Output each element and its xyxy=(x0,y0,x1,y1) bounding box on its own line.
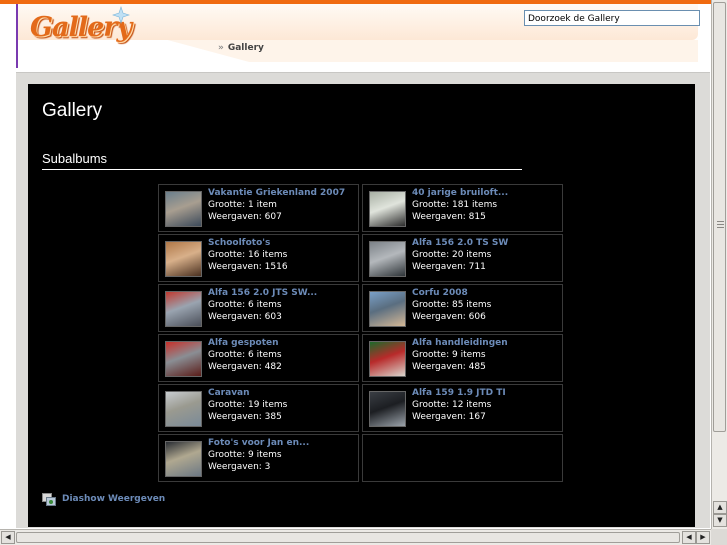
album-thumbnail[interactable] xyxy=(369,191,406,227)
album-thumbnail[interactable] xyxy=(165,441,202,477)
scrollbar-corner xyxy=(711,529,727,545)
album-title-link[interactable]: Alfa 156 2.0 TS SW xyxy=(412,238,508,248)
album-title-link[interactable]: 40 jarige bruiloft... xyxy=(412,188,508,198)
album-views: Weergaven: 606 xyxy=(412,312,486,322)
horizontal-scroll-thumb[interactable] xyxy=(16,532,680,543)
album-size: Grootte: 9 items xyxy=(208,450,282,460)
section-title: Subalbums xyxy=(42,151,108,166)
album-thumbnail[interactable] xyxy=(369,241,406,277)
album-title-link[interactable]: Alfa 156 2.0 JTS SW... xyxy=(208,288,317,298)
grip-line xyxy=(717,227,724,228)
album-views: Weergaven: 167 xyxy=(412,412,486,422)
section-divider xyxy=(42,169,522,170)
breadcrumb-separator: » xyxy=(218,43,224,53)
album-cell[interactable]: Alfa gespoten Grootte: 6 items Weergaven… xyxy=(158,334,359,382)
album-size: Grootte: 181 items xyxy=(412,200,498,210)
breadcrumb-item-gallery[interactable]: Gallery xyxy=(228,43,264,53)
arrow-right-icon[interactable]: ▶ xyxy=(696,531,710,544)
vertical-scroll-thumb[interactable] xyxy=(713,2,726,432)
arrow-left-icon[interactable]: ◀ xyxy=(1,531,15,544)
album-cell[interactable]: Caravan Grootte: 19 items Weergaven: 385 xyxy=(158,384,359,432)
breadcrumb: » Gallery xyxy=(218,43,264,53)
album-size: Grootte: 9 items xyxy=(412,350,486,360)
album-size: Grootte: 85 items xyxy=(412,300,492,310)
album-size: Grootte: 6 items xyxy=(208,300,282,310)
album-cell[interactable]: Foto's voor Jan en... Grootte: 9 items W… xyxy=(158,434,359,482)
slideshow-icon xyxy=(42,493,56,506)
header-subband xyxy=(18,40,698,62)
arrow-down-icon[interactable]: ▼ xyxy=(713,514,727,527)
album-title-link[interactable]: Alfa gespoten xyxy=(208,338,279,348)
search-input[interactable]: Doorzoek de Gallery xyxy=(524,10,700,26)
album-cell[interactable]: Alfa 156 2.0 TS SW Grootte: 20 items Wee… xyxy=(362,234,563,282)
album-views: Weergaven: 603 xyxy=(208,312,282,322)
album-cell[interactable]: 40 jarige bruiloft... Grootte: 181 items… xyxy=(362,184,563,232)
album-title-link[interactable]: Caravan xyxy=(208,388,250,398)
album-cell-empty xyxy=(362,434,563,482)
album-title-link[interactable]: Alfa handleidingen xyxy=(412,338,508,348)
album-cell[interactable]: Alfa 159 1.9 JTD TI Grootte: 12 items We… xyxy=(362,384,563,432)
vertical-scrollbar[interactable]: ▲ ▼ xyxy=(711,0,727,529)
album-size: Grootte: 20 items xyxy=(412,250,492,260)
album-views: Weergaven: 482 xyxy=(208,362,282,372)
album-views: Weergaven: 711 xyxy=(412,262,486,272)
arrow-left-icon[interactable]: ◀ xyxy=(682,531,696,544)
album-views: Weergaven: 815 xyxy=(412,212,486,222)
album-views: Weergaven: 385 xyxy=(208,412,282,422)
grip-line xyxy=(717,224,724,225)
album-thumbnail[interactable] xyxy=(165,241,202,277)
page-header: Gallery Doorzoek de Gallery » Gallery xyxy=(18,4,712,68)
album-size: Grootte: 6 items xyxy=(208,350,282,360)
album-views: Weergaven: 607 xyxy=(208,212,282,222)
grip-line xyxy=(717,221,724,222)
album-grid: Vakantie Griekenland 2007 Grootte: 1 ite… xyxy=(158,184,566,484)
album-size: Grootte: 12 items xyxy=(412,400,492,410)
album-title-link[interactable]: Vakantie Griekenland 2007 xyxy=(208,188,345,198)
arrow-up-icon[interactable]: ▲ xyxy=(713,501,727,514)
album-thumbnail[interactable] xyxy=(369,341,406,377)
album-size: Grootte: 1 item xyxy=(208,200,277,210)
album-views: Weergaven: 485 xyxy=(412,362,486,372)
slideshow-label[interactable]: Diashow Weergeven xyxy=(62,494,165,504)
album-title-link[interactable]: Corfu 2008 xyxy=(412,288,468,298)
album-views: Weergaven: 1516 xyxy=(208,262,288,272)
album-size: Grootte: 16 items xyxy=(208,250,288,260)
album-cell[interactable]: Alfa handleidingen Grootte: 9 items Weer… xyxy=(362,334,563,382)
album-thumbnail[interactable] xyxy=(165,391,202,427)
album-title-link[interactable]: Foto's voor Jan en... xyxy=(208,438,309,448)
logo-sparkle-icon xyxy=(112,6,130,24)
album-title-link[interactable]: Schoolfoto's xyxy=(208,238,270,248)
page-title: Gallery xyxy=(42,100,103,121)
horizontal-scrollbar[interactable]: ◀ ◀ ▶ xyxy=(0,529,711,545)
album-cell[interactable]: Vakantie Griekenland 2007 Grootte: 1 ite… xyxy=(158,184,359,232)
album-thumbnail[interactable] xyxy=(165,191,202,227)
album-title-link[interactable]: Alfa 159 1.9 JTD TI xyxy=(412,388,506,398)
album-views: Weergaven: 3 xyxy=(208,462,271,472)
album-cell[interactable]: Corfu 2008 Grootte: 85 items Weergaven: … xyxy=(362,284,563,332)
album-thumbnail[interactable] xyxy=(369,391,406,427)
album-cell[interactable]: Alfa 156 2.0 JTS SW... Grootte: 6 items … xyxy=(158,284,359,332)
album-thumbnail[interactable] xyxy=(165,341,202,377)
album-cell[interactable]: Schoolfoto's Grootte: 16 items Weergaven… xyxy=(158,234,359,282)
album-size: Grootte: 19 items xyxy=(208,400,288,410)
album-thumbnail[interactable] xyxy=(165,291,202,327)
album-thumbnail[interactable] xyxy=(369,291,406,327)
